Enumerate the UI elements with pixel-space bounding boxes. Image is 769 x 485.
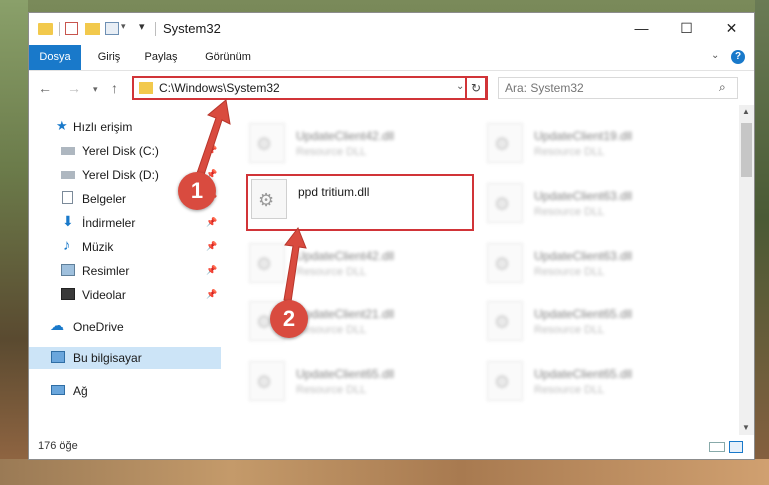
pin-icon[interactable]: 📌 bbox=[206, 241, 217, 252]
address-path[interactable]: C:\Windows\System32 bbox=[159, 81, 280, 95]
sidebar-item-pictures[interactable]: Resimler 📌 bbox=[29, 260, 221, 282]
file-highlight-box bbox=[246, 174, 474, 231]
dll-file-icon: ⚙ bbox=[249, 361, 285, 401]
cloud-icon: ☁ bbox=[50, 317, 64, 333]
music-note-icon: ♪ bbox=[63, 237, 71, 254]
folder-icon bbox=[38, 23, 53, 35]
computer-icon bbox=[51, 351, 65, 363]
pin-icon[interactable]: 📌 bbox=[206, 289, 217, 300]
step-marker-2: 2 bbox=[270, 300, 308, 338]
address-row: ← → ▾ ↑ C:\Windows\System32 ⌄ ↻ ⌕ bbox=[29, 71, 754, 105]
properties-check-icon[interactable] bbox=[65, 22, 78, 35]
window-title: System32 bbox=[163, 21, 221, 36]
scrollbar-thumb[interactable] bbox=[741, 123, 752, 177]
minimize-button[interactable]: — bbox=[619, 13, 664, 43]
navigation-pane: ★ Hızlı erişim Yerel Disk (C:) 📌 Yerel D… bbox=[29, 105, 221, 435]
list-item[interactable]: ⚙ UpdateClient65.dll Resource DLL bbox=[483, 357, 703, 407]
sidebar-item-this-pc[interactable]: Bu bilgisayar bbox=[29, 347, 221, 369]
sidebar-item-quick-access[interactable]: ★ Hızlı erişim bbox=[29, 116, 221, 138]
up-arrow-icon[interactable]: ↑ bbox=[111, 80, 118, 96]
back-arrow-icon[interactable]: ← bbox=[38, 80, 52, 96]
forward-arrow-icon[interactable]: → bbox=[67, 80, 81, 96]
refresh-button[interactable]: ↻ bbox=[465, 76, 487, 100]
title-divider bbox=[155, 22, 156, 36]
chevron-down-icon[interactable]: ⌄ bbox=[456, 81, 464, 92]
gear-icon: ⚙ bbox=[494, 194, 511, 214]
title-bar: ▾ ▾ System32 — ☐ ✕ bbox=[29, 13, 754, 45]
search-icon[interactable]: ⌕ bbox=[719, 80, 726, 95]
gear-icon: ⚙ bbox=[494, 134, 511, 154]
maximize-button[interactable]: ☐ bbox=[664, 13, 709, 43]
list-item[interactable]: ⚙ UpdateClient65.dll Resource DLL bbox=[245, 357, 465, 407]
search-input[interactable] bbox=[505, 80, 705, 96]
step-marker-1: 1 bbox=[178, 172, 216, 210]
tab-dosya[interactable]: Dosya bbox=[29, 45, 81, 70]
folder-icon bbox=[139, 82, 153, 94]
scroll-down-icon[interactable]: ▼ bbox=[742, 423, 750, 432]
chevron-down-icon[interactable]: ▾ bbox=[121, 21, 126, 37]
tab-paylas[interactable]: Paylaş bbox=[139, 45, 183, 70]
status-bar: 176 öğe bbox=[29, 435, 754, 459]
expand-ribbon-icon[interactable]: ⌄ bbox=[711, 50, 719, 61]
gear-icon: ⚙ bbox=[256, 372, 273, 392]
desktop-background-left bbox=[0, 0, 28, 485]
tab-gorunum[interactable]: Görünüm bbox=[195, 45, 261, 70]
gear-icon: ⚙ bbox=[494, 254, 511, 274]
sidebar-item-local-disk-c[interactable]: Yerel Disk (C:) 📌 bbox=[29, 140, 221, 162]
drive-icon bbox=[61, 171, 75, 179]
gear-icon: ⚙ bbox=[256, 134, 273, 154]
scroll-up-icon[interactable]: ▲ bbox=[742, 107, 750, 116]
film-icon bbox=[61, 288, 75, 300]
tab-giris[interactable]: Giriş bbox=[89, 45, 129, 70]
dll-file-icon: ⚙ bbox=[487, 243, 523, 283]
sidebar-item-downloads[interactable]: ⬇ İndirmeler 📌 bbox=[29, 212, 221, 234]
list-item[interactable]: ⚙ UpdateClient19.dll Resource DLL bbox=[483, 119, 703, 169]
download-arrow-icon: ⬇ bbox=[62, 213, 74, 229]
recent-locations-icon[interactable]: ▾ bbox=[93, 84, 98, 95]
close-button[interactable]: ✕ bbox=[709, 13, 754, 43]
item-count: 176 öğe bbox=[38, 440, 78, 452]
gear-icon: ⚙ bbox=[494, 372, 511, 392]
help-icon[interactable]: ? bbox=[731, 50, 745, 64]
picture-icon bbox=[61, 264, 75, 276]
search-box[interactable]: ⌕ bbox=[498, 77, 738, 99]
document-icon bbox=[62, 191, 73, 204]
list-item[interactable]: ⚙ UpdateClient65.dll Resource DLL bbox=[483, 297, 703, 347]
dll-file-icon: ⚙ bbox=[487, 123, 523, 163]
list-item[interactable]: ⚙ UpdateClient42.dll Resource DLL bbox=[245, 239, 465, 289]
dll-file-icon: ⚙ bbox=[487, 183, 523, 223]
desktop-background-bottom bbox=[0, 459, 769, 485]
dll-file-icon: ⚙ bbox=[487, 361, 523, 401]
network-icon bbox=[51, 385, 65, 395]
pin-icon[interactable]: 📌 bbox=[206, 265, 217, 276]
dll-file-icon: ⚙ bbox=[249, 123, 285, 163]
pin-icon[interactable]: 📌 bbox=[206, 145, 217, 156]
new-folder-icon[interactable] bbox=[85, 23, 100, 35]
drive-icon bbox=[61, 147, 75, 155]
ribbon-tabs: Dosya Giriş Paylaş Görünüm ⌄ ? bbox=[29, 45, 754, 71]
sidebar-item-onedrive[interactable]: ☁ OneDrive bbox=[29, 316, 221, 338]
sidebar-item-videos[interactable]: Videolar 📌 bbox=[29, 284, 221, 306]
star-icon: ★ bbox=[56, 118, 68, 133]
list-item[interactable]: ⚙ UpdateClient42.dll Resource DLL bbox=[245, 119, 465, 169]
list-item[interactable]: ⚙ UpdateClient63.dll Resource DLL bbox=[483, 239, 703, 289]
address-bar[interactable]: C:\Windows\System32 ⌄ bbox=[132, 76, 488, 100]
pin-icon[interactable]: 📌 bbox=[206, 217, 217, 228]
desktop-background-right bbox=[755, 0, 769, 485]
gear-icon: ⚙ bbox=[256, 254, 273, 274]
list-item[interactable]: ⚙ UpdateClient63.dll Resource DLL bbox=[483, 179, 703, 229]
rename-icon[interactable] bbox=[105, 22, 119, 35]
customize-toolbar-icon[interactable]: ▾ bbox=[139, 20, 145, 36]
toolbar-divider bbox=[59, 22, 60, 36]
large-icons-view-icon[interactable] bbox=[729, 441, 743, 453]
vertical-scrollbar[interactable]: ▲ ▼ bbox=[739, 105, 754, 435]
sidebar-item-music[interactable]: ♪ Müzik 📌 bbox=[29, 236, 221, 258]
file-list: ⚙ UpdateClient42.dll Resource DLL ⚙ Upda… bbox=[221, 105, 739, 435]
dll-file-icon: ⚙ bbox=[487, 301, 523, 341]
details-view-icon[interactable] bbox=[709, 442, 725, 452]
sidebar-item-network[interactable]: Ağ bbox=[29, 380, 221, 402]
dll-file-icon: ⚙ bbox=[249, 243, 285, 283]
gear-icon: ⚙ bbox=[494, 312, 511, 332]
explorer-window: ▾ ▾ System32 — ☐ ✕ Dosya Giriş Paylaş Gö… bbox=[28, 12, 755, 460]
